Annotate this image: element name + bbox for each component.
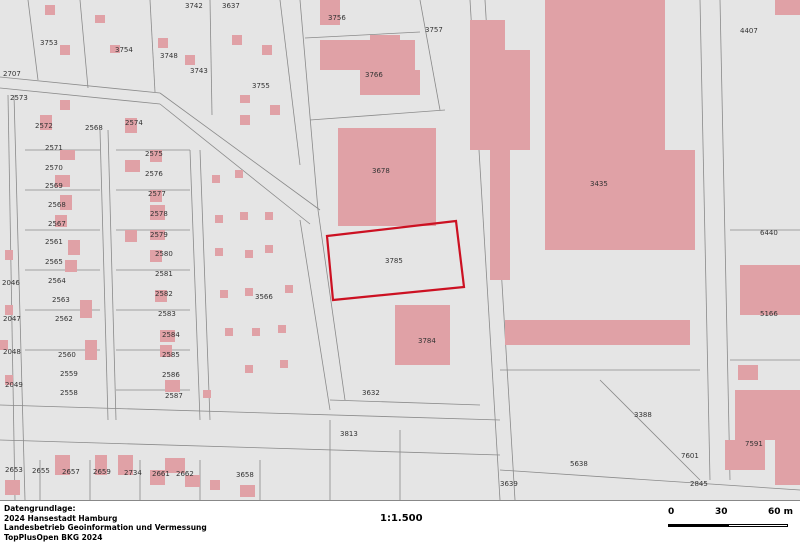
parcel-number-label: 2563 xyxy=(52,296,70,304)
parcel-number-label: 3435 xyxy=(590,180,608,188)
parcel-number-label: 2048 xyxy=(3,348,21,356)
parcel-number-label: 2570 xyxy=(45,164,63,172)
parcel-number-label: 2576 xyxy=(145,170,163,178)
map-canvas[interactable]: 3753 3754 3748 3742 3637 3743 3755 3756 3757 3766… xyxy=(0,0,800,500)
buildings xyxy=(0,0,800,497)
parcel-number-label: 2558 xyxy=(60,389,78,397)
parcel-number-label: 3678 xyxy=(372,167,390,175)
parcel-number-label: 3743 xyxy=(190,67,208,75)
parcel-number-label: 2661 xyxy=(152,470,170,478)
parcel-number-label: 3757 xyxy=(425,26,443,34)
data-credits: Datengrundlage: 2024 Hansestadt Hamburg … xyxy=(4,504,207,542)
parcel-number-label: 2559 xyxy=(60,370,78,378)
credits-line: 2024 Hansestadt Hamburg xyxy=(4,513,118,523)
parcel-number-label: 3632 xyxy=(362,389,380,397)
parcel-number-label: 2657 xyxy=(62,468,80,476)
parcel-number-label: 2585 xyxy=(162,351,180,359)
parcel-number-label: 2659 xyxy=(93,468,111,476)
map-layer: 3753 3754 3748 3742 3637 3743 3755 3756 3757 3766… xyxy=(0,0,800,500)
parcel-number-label: 2573 xyxy=(10,94,28,102)
parcel-number-label: 2580 xyxy=(155,250,173,258)
scalebar-black-segment xyxy=(668,524,728,527)
parcel-number-label: 2564 xyxy=(48,277,66,285)
parcel-number-label: 7601 xyxy=(681,452,699,460)
parcel-number-label: 2734 xyxy=(124,469,142,477)
parcel-number-label: 6440 xyxy=(760,229,778,237)
parcel-number-label: 2575 xyxy=(145,150,163,158)
parcel-number-label: 3566 xyxy=(255,293,273,301)
parcel-number-label: 3754 xyxy=(115,46,133,54)
credits-line: Datengrundlage: xyxy=(4,504,76,513)
parcel-number-label: 2587 xyxy=(165,392,183,400)
scalebar-end-label: 60 m xyxy=(768,507,794,517)
parcel-number-label: 3784 xyxy=(418,337,436,345)
parcel-number-label: 3742 xyxy=(185,2,203,10)
scalebar-mid-label: 30 xyxy=(715,507,728,517)
parcel-number-label: 7591 xyxy=(745,440,763,448)
parcel-number-label: 3753 xyxy=(40,39,58,47)
parcel-number-label: 2562 xyxy=(55,315,73,323)
credits-line: Landesbetrieb Geoinformation und Vermess… xyxy=(4,523,207,532)
parcel-number-label: 2574 xyxy=(125,119,143,127)
parcel-number-label: 2707 xyxy=(3,70,21,78)
parcel-number-label: 2568 xyxy=(85,124,103,132)
parcel-number-label: 2049 xyxy=(5,381,23,389)
parcel-number-label: 3658 xyxy=(236,471,254,479)
parcel-number-label: 2578 xyxy=(150,210,168,218)
parcel-number-label: 2560 xyxy=(58,351,76,359)
parcel-number-label: 2583 xyxy=(158,310,176,318)
parcel-number-label: 2582 xyxy=(155,290,173,298)
parcel-number-label: 2586 xyxy=(162,371,180,379)
parcel-number-label: 2046 xyxy=(2,279,20,287)
parcel-number-label: 2561 xyxy=(45,238,63,246)
parcel-number-label: 5638 xyxy=(570,460,588,468)
parcel-number-label: 2569 xyxy=(45,182,63,190)
parcel-number-label: 3639 xyxy=(500,480,518,488)
parcel-number-label: 3813 xyxy=(340,430,358,438)
parcel-number-label: 3766 xyxy=(365,71,383,79)
parcel-number-label: 2568 xyxy=(48,201,66,209)
scalebar-white-segment xyxy=(728,524,788,527)
parcel-number-label: 2845 xyxy=(690,480,708,488)
scalebar-start-label: 0 xyxy=(668,507,675,517)
scale-ratio: 1:1.500 xyxy=(380,513,423,524)
parcel-number-label: 3637 xyxy=(222,2,240,10)
credits-line: TopPlusOpen BKG 2024 xyxy=(4,532,103,542)
parcel-number-label: 4407 xyxy=(740,27,758,35)
parcel-number-label: 2581 xyxy=(155,270,173,278)
parcel-number-label: 3388 xyxy=(634,411,652,419)
parcel-number-label: 5166 xyxy=(760,310,778,318)
parcel-number-label: 2567 xyxy=(48,220,66,228)
parcel-number-label: 2572 xyxy=(35,122,53,130)
parcel-number-label: 2577 xyxy=(148,190,166,198)
parcel-number-label: 2655 xyxy=(32,467,50,475)
parcel-number-label: 2584 xyxy=(162,331,180,339)
parcel-number-label: 2571 xyxy=(45,144,63,152)
parcel-number-label: 2579 xyxy=(150,231,168,239)
parcel-number-label: 2565 xyxy=(45,258,63,266)
parcel-number-label: 2653 xyxy=(5,466,23,474)
parcel-number-label: 3755 xyxy=(252,82,270,90)
parcel-number-label: 2662 xyxy=(176,470,194,478)
parcel-number-label: 3785 xyxy=(385,257,403,265)
parcel-number-label: 3748 xyxy=(160,52,178,60)
scale-bar: 0 30 60 m xyxy=(668,507,798,535)
parcel-number-label: 2047 xyxy=(3,315,21,323)
map-footer: Datengrundlage: 2024 Hansestadt Hamburg … xyxy=(0,500,800,542)
parcel-number-label: 3756 xyxy=(328,14,346,22)
